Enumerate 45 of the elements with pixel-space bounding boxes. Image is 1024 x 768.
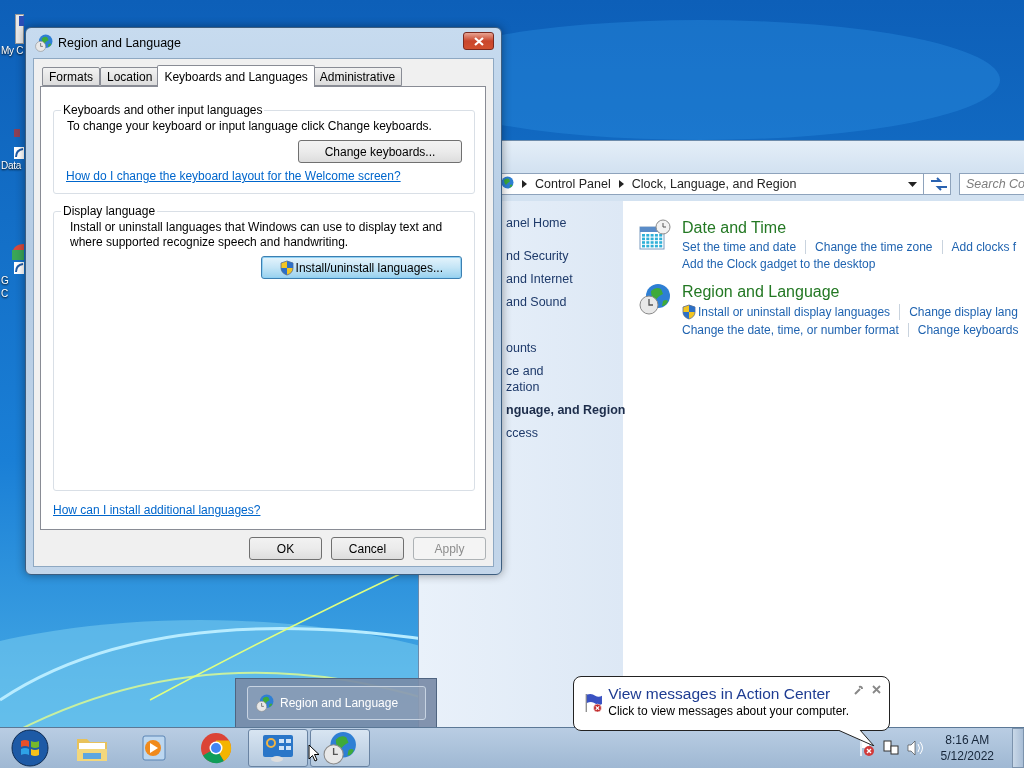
action-button[interactable]: Install/uninstall languages... (260, 256, 462, 279)
dialog-button[interactable]: OK (249, 537, 322, 560)
help-link[interactable]: How can I install additional languages? (53, 503, 261, 517)
tab[interactable]: Location (100, 67, 160, 86)
category-title[interactable]: Region and Language (682, 283, 1024, 301)
desktop-icon-label: C (0, 287, 8, 300)
task-link[interactable]: Change the date, time, or number format (682, 323, 908, 337)
nav-link[interactable]: nguage, and Region (506, 402, 623, 418)
nav-link[interactable]: ounts (506, 340, 623, 356)
action-button[interactable]: Change keyboards... (298, 140, 462, 163)
group-title: Keyboards and other input languages (62, 103, 264, 117)
clock-date: 5/12/2022 (940, 748, 994, 764)
notification-title: View messages in Action Center (608, 685, 832, 703)
nav-link[interactable]: ccess (506, 425, 623, 441)
desktop-icon-label: Data (0, 159, 21, 172)
nav-link[interactable]: ce and zation (506, 363, 623, 395)
nav-link[interactable]: and Internet (506, 271, 623, 287)
nav-link[interactable]: and Sound (506, 294, 623, 310)
category-title[interactable]: Date and Time (682, 219, 1024, 237)
clock[interactable]: 8:16 AM 5/12/2022 (940, 732, 994, 764)
dialog-button[interactable]: Cancel (331, 537, 404, 560)
desktop-icon-label: My C (0, 44, 24, 57)
tab[interactable]: Administrative (312, 67, 403, 86)
desktop-icon-label: G (0, 274, 9, 287)
group-description: Install or uninstall languages that Windows can use to display text and where supported recognize speech and handwriting. (69, 220, 444, 250)
nav-link[interactable]: nd Security (506, 248, 623, 264)
task-link[interactable]: Add clocks f (941, 240, 1024, 254)
task-link[interactable]: Set the time and date (682, 240, 806, 254)
notification-text: Click to view messages about your computer. (608, 704, 849, 718)
group-description: To change your keyboard or input language click Change keyboards. (67, 119, 433, 134)
tab[interactable]: Formats (42, 67, 100, 86)
breadcrumb-item[interactable]: Clock, Language, and Region (631, 177, 797, 191)
task-link[interactable]: Add the Clock gadget to the desktop (682, 257, 885, 271)
task-link[interactable]: Change the time zone (805, 240, 942, 254)
breadcrumb-item[interactable]: Control Panel (535, 177, 611, 191)
help-link[interactable]: How do I change the keyboard layout for the Welcome screen? (66, 169, 462, 183)
group-title: Display language (62, 204, 157, 218)
task-link[interactable]: Install or uninstall display languages (682, 304, 900, 320)
nav-link[interactable]: anel Home (506, 215, 623, 231)
window-title: Region and Language (58, 36, 183, 50)
search-field[interactable]: Search Co (959, 173, 1024, 195)
task-link[interactable]: Change keyboards (907, 323, 1024, 337)
task-link[interactable]: Change display lang (899, 304, 1024, 320)
clock-time: 8:16 AM (945, 732, 990, 748)
tab[interactable]: Keyboards and Languages (157, 65, 315, 87)
